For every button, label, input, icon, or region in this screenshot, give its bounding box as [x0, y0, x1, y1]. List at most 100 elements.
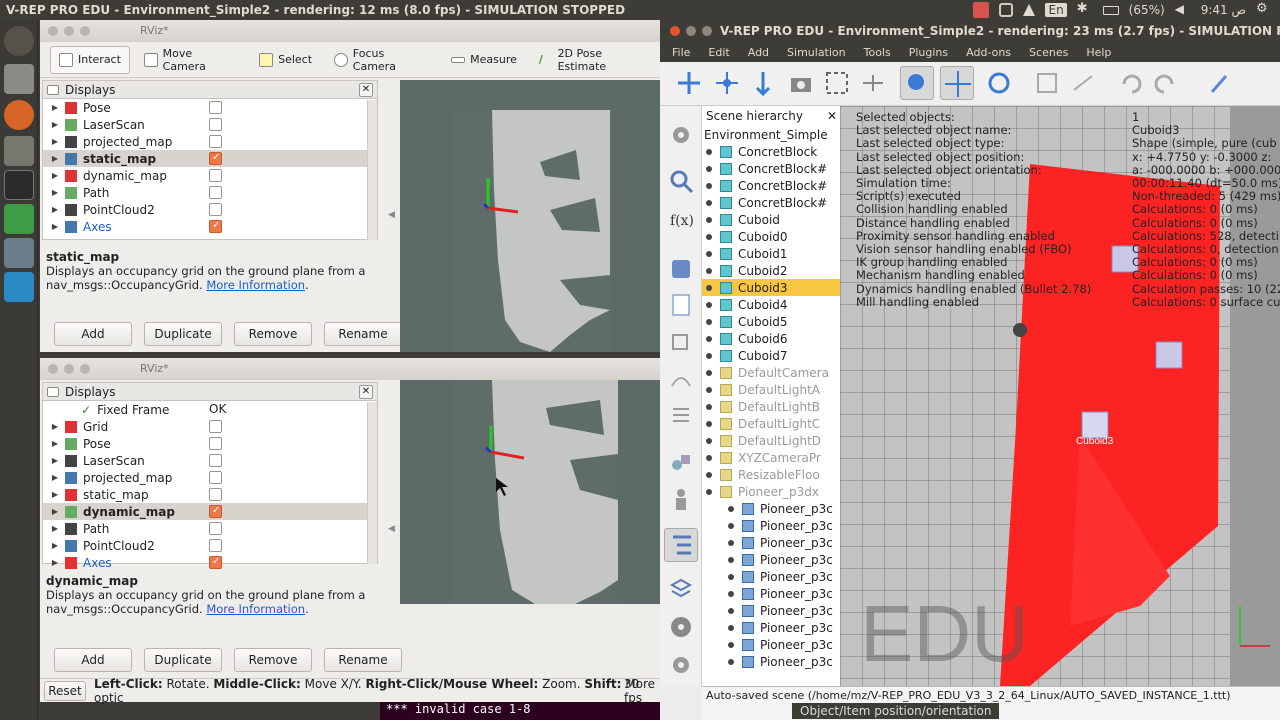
display-item-axes[interactable]: ▶ Axes	[43, 554, 377, 571]
reset-button[interactable]: Reset	[44, 680, 86, 701]
hierarchy-item[interactable]: ConcretBlock#	[702, 194, 841, 211]
scene-hierarchy-toggle[interactable]	[664, 528, 698, 562]
tree-node-icon[interactable]	[706, 250, 712, 257]
enable-checkbox[interactable]	[209, 471, 222, 484]
tree-node-icon[interactable]	[706, 233, 712, 240]
tree-node-icon[interactable]	[706, 165, 712, 172]
enable-checkbox[interactable]	[209, 454, 222, 467]
tree-node-icon[interactable]	[728, 624, 734, 631]
tree-node-icon[interactable]	[706, 284, 712, 291]
hierarchy-item[interactable]: Cuboid3	[702, 279, 841, 296]
menu-add-ons[interactable]: Add-ons	[966, 46, 1011, 59]
rviz-titlebar[interactable]: RViz*	[40, 20, 660, 42]
tree-node-icon[interactable]	[706, 335, 712, 342]
clock[interactable]: 9:41 ص	[1201, 3, 1246, 17]
expand-arrow-icon[interactable]: ▶	[49, 171, 61, 180]
expand-arrow-icon[interactable]: ▶	[49, 524, 61, 533]
tree-node-icon[interactable]	[728, 522, 734, 529]
enable-checkbox[interactable]	[209, 522, 222, 535]
close-icon[interactable]	[670, 26, 680, 36]
gear-icon[interactable]	[668, 122, 694, 148]
hierarchy-item[interactable]: DefaultLightA	[702, 381, 841, 398]
duplicate-button[interactable]: Duplicate	[144, 322, 222, 346]
maximize-icon[interactable]	[80, 364, 90, 374]
hierarchy-item[interactable]: Pioneer_p3c	[702, 551, 841, 568]
record-icon[interactable]	[973, 2, 990, 18]
hierarchy-item[interactable]: Pioneer_p3c	[702, 517, 841, 534]
hierarchy-item[interactable]: Cuboid7	[702, 347, 841, 364]
close-icon[interactable]	[48, 364, 58, 374]
expand-arrow-icon[interactable]: ▶	[49, 188, 61, 197]
firefox-icon[interactable]	[4, 100, 34, 130]
enable-checkbox[interactable]	[209, 556, 222, 569]
shapes-icon[interactable]	[668, 450, 694, 476]
tool-measure[interactable]: Measure	[443, 47, 525, 72]
expand-arrow-icon[interactable]: ▶	[49, 558, 61, 567]
tree-node-icon[interactable]	[728, 607, 734, 614]
film-reel-icon[interactable]	[668, 614, 694, 640]
path-icon[interactable]	[668, 366, 694, 392]
display-item-laserscan[interactable]: ▶ LaserScan	[43, 116, 377, 133]
remove-button[interactable]: Remove	[234, 648, 312, 672]
scrollbar[interactable]	[367, 402, 377, 564]
camera-view-icon[interactable]	[788, 70, 814, 96]
minimize-icon[interactable]	[64, 364, 74, 374]
display-item-pointcloud2[interactable]: ▶ PointCloud2	[43, 537, 377, 554]
object-select-button[interactable]	[900, 66, 934, 100]
display-item-pointcloud2[interactable]: ▶ PointCloud2	[43, 201, 377, 218]
hierarchy-item[interactable]: Cuboid	[702, 211, 841, 228]
tool-2d-pose-estimate[interactable]: /2D Pose Estimate	[531, 41, 660, 79]
map-viewport-top[interactable]	[400, 80, 660, 352]
duplicate-button[interactable]: Duplicate	[144, 648, 222, 672]
tree-node-icon[interactable]	[728, 641, 734, 648]
terminal-icon[interactable]	[4, 170, 34, 200]
model-browser-icon[interactable]	[668, 256, 694, 282]
hierarchy-item[interactable]: ConcretBlock	[702, 143, 841, 160]
hierarchy-item[interactable]: Pioneer_p3c	[702, 500, 841, 517]
hierarchy-item[interactable]: Cuboid1	[702, 245, 841, 262]
hierarchy-item[interactable]: Pioneer_p3c	[702, 534, 841, 551]
expand-arrow-icon[interactable]: ▶	[49, 473, 61, 482]
battery-icon[interactable]	[1102, 5, 1119, 15]
camera-icon[interactable]	[4, 136, 34, 166]
function-icon[interactable]: f(x)	[668, 206, 694, 232]
object-move-button[interactable]	[940, 66, 974, 100]
terminal-output[interactable]: *** invalid case 1-8	[380, 702, 660, 720]
rviz-titlebar[interactable]: RViz*	[40, 358, 660, 380]
menu-add[interactable]: Add	[748, 46, 769, 59]
tree-node-icon[interactable]	[706, 182, 712, 189]
hierarchy-item[interactable]: DefaultLightB	[702, 398, 841, 415]
display-item-dynamic-map[interactable]: ▶ dynamic_map	[43, 167, 377, 184]
hierarchy-item[interactable]: ConcretBlock#	[702, 160, 841, 177]
tool-focus-camera[interactable]: Focus Camera	[326, 41, 437, 79]
tree-node-icon[interactable]	[706, 369, 712, 376]
map-viewport-bottom[interactable]	[400, 380, 660, 604]
rename-button[interactable]: Rename	[324, 648, 402, 672]
add-button[interactable]: Add	[54, 648, 132, 672]
remove-button[interactable]: Remove	[234, 322, 312, 346]
assembly-icon[interactable]	[1034, 70, 1060, 96]
tree-node-icon[interactable]	[706, 301, 712, 308]
tree-node-icon[interactable]	[728, 573, 734, 580]
cuboid-3[interactable]	[1081, 411, 1109, 439]
tree-node-icon[interactable]	[706, 420, 712, 427]
rotate-icon[interactable]	[986, 70, 1012, 96]
expand-arrow-icon[interactable]: ▶	[49, 507, 61, 516]
display-item-path[interactable]: ▶ Path	[43, 520, 377, 537]
tree-node-icon[interactable]	[706, 199, 712, 206]
close-icon[interactable]: ✕	[827, 109, 837, 123]
page-icon[interactable]	[668, 292, 694, 318]
hierarchy-item[interactable]: Cuboid4	[702, 296, 841, 313]
dropbox-icon[interactable]	[999, 3, 1014, 17]
scrollbar[interactable]	[367, 100, 377, 240]
hierarchy-item[interactable]: Cuboid5	[702, 313, 841, 330]
enable-checkbox[interactable]	[209, 135, 222, 148]
enable-checkbox[interactable]	[209, 488, 222, 501]
transfer-icon[interactable]	[1070, 70, 1096, 96]
magnifier-icon[interactable]	[668, 168, 694, 194]
rename-button[interactable]: Rename	[324, 322, 402, 346]
rviz-icon[interactable]	[4, 238, 34, 268]
hierarchy-item[interactable]: Pioneer_p3c	[702, 585, 841, 602]
menu-tools[interactable]: Tools	[864, 46, 891, 59]
expand-arrow-icon[interactable]: ▶	[49, 490, 61, 499]
